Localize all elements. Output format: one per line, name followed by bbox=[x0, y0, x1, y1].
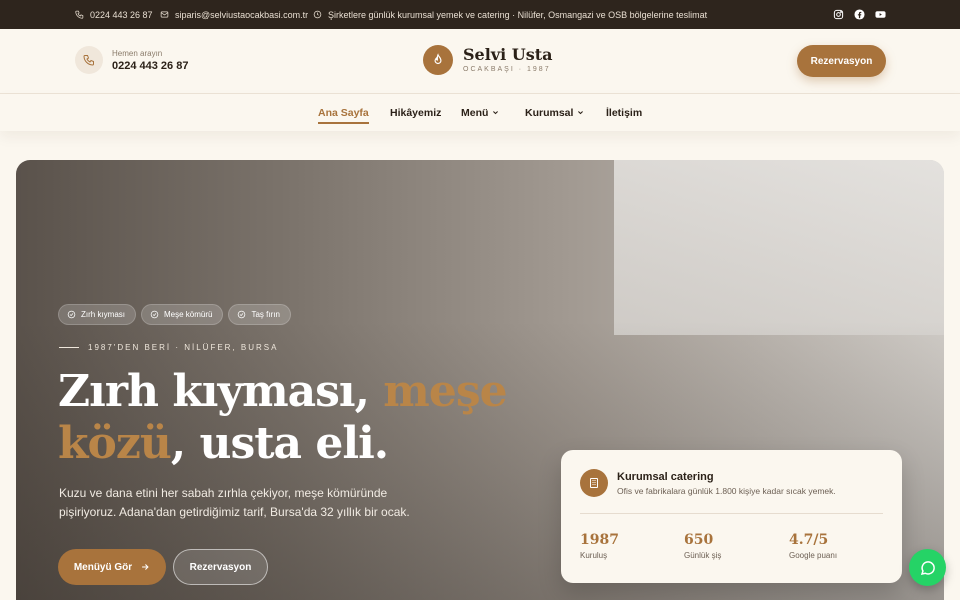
youtube-icon[interactable] bbox=[875, 9, 886, 22]
mail-icon bbox=[160, 11, 169, 18]
nav-item-label: İletişim bbox=[606, 106, 643, 119]
stat-value: 650 bbox=[684, 532, 714, 548]
stat-label: Kuruluş bbox=[580, 551, 608, 560]
headline-accent: közü bbox=[58, 418, 172, 469]
call-text: Hemen arayın 0224 443 26 87 bbox=[112, 49, 188, 72]
phone-icon bbox=[83, 55, 94, 66]
nav-item-home[interactable]: Ana Sayfa bbox=[318, 94, 369, 131]
chip-label: Meşe kömürü bbox=[164, 310, 213, 319]
hero-section: Zırh kıyması Meşe kömürü Taş fırın 1987'… bbox=[16, 160, 944, 600]
flame-icon bbox=[423, 45, 453, 75]
chip-label: Taş fırın bbox=[251, 310, 280, 319]
phone-icon bbox=[75, 10, 84, 19]
nav-item-label: Hikâyemiz bbox=[390, 106, 442, 119]
whatsapp-icon bbox=[920, 560, 935, 575]
stat-google-rating: 4.7/5 Google puanı bbox=[789, 532, 837, 560]
view-menu-label: Menüyü Gör bbox=[73, 561, 133, 573]
top-bar: 0224 443 26 87 siparis@selviustaocakbasi… bbox=[0, 0, 960, 29]
hero-reservation-button[interactable]: Rezervasyon bbox=[173, 549, 268, 585]
chevron-down-icon bbox=[578, 111, 584, 115]
chevron-down-icon bbox=[493, 111, 499, 115]
nav-item-menu[interactable]: Menü bbox=[461, 94, 499, 131]
whatsapp-button[interactable] bbox=[909, 549, 946, 586]
nav-item-label: Menü bbox=[461, 106, 489, 119]
brand-text: Selvi Usta OCAKBAŞI · 1987 bbox=[463, 45, 553, 74]
call-label: Hemen arayın bbox=[112, 48, 163, 58]
stat-label: Google puanı bbox=[789, 551, 838, 560]
card-divider bbox=[580, 513, 883, 514]
headline-part: , usta eli. bbox=[170, 418, 389, 469]
call-now-link[interactable]: Hemen arayın 0224 443 26 87 bbox=[75, 46, 188, 74]
check-circle-icon bbox=[150, 310, 159, 319]
brand-subtitle: OCAKBAŞI · 1987 bbox=[463, 66, 551, 73]
facebook-icon[interactable] bbox=[854, 9, 865, 22]
hero-headline: Zırh kıyması, meşe közü, usta eli. bbox=[58, 366, 508, 470]
headline-accent: meşe bbox=[383, 366, 507, 417]
brand-name: Selvi Usta bbox=[463, 45, 553, 64]
card-title: Kurumsal catering bbox=[617, 471, 714, 483]
call-number: 0224 443 26 87 bbox=[112, 59, 189, 72]
hero-description: Kuzu ve dana etini her sabah zırhla çeki… bbox=[59, 486, 410, 519]
call-badge bbox=[75, 46, 103, 74]
check-circle-icon bbox=[238, 310, 246, 319]
brand-logo[interactable]: Selvi Usta OCAKBAŞI · 1987 bbox=[423, 45, 552, 75]
check-circle-icon bbox=[67, 310, 76, 319]
feature-chip: Taş fırın bbox=[228, 304, 291, 325]
feature-chip: Zırh kıyması bbox=[58, 304, 137, 325]
chip-label: Zırh kıyması bbox=[81, 310, 126, 319]
main-nav: Ana Sayfa Hikâyemiz Menü Kurumsal İletiş… bbox=[0, 94, 960, 131]
feature-chips: Zırh kıyması Meşe kömürü Taş fırın bbox=[58, 304, 291, 325]
hero-eyebrow: 1987'DEN BERİ · NİLÜFER, BURSA bbox=[59, 343, 278, 352]
nav-item-label: Kurumsal bbox=[525, 106, 574, 119]
nav-item-label: Ana Sayfa bbox=[318, 106, 369, 119]
building-icon bbox=[580, 469, 608, 497]
social-links bbox=[833, 9, 886, 22]
topbar-email: siparis@selviustaocakbasi.com.tr bbox=[175, 9, 309, 20]
stat-label: Günlük şiş bbox=[684, 551, 722, 560]
stat-value: 1987 bbox=[580, 532, 619, 548]
headline-part: Zırh kıyması, bbox=[58, 366, 384, 417]
stat-daily-skewers: 650 Günlük şiş bbox=[684, 532, 721, 560]
nav-item-story[interactable]: Hikâyemiz bbox=[390, 94, 441, 131]
eyebrow-text: 1987'DEN BERİ · NİLÜFER, BURSA bbox=[88, 343, 279, 352]
nav-item-corporate[interactable]: Kurumsal bbox=[525, 94, 584, 131]
site-header: Hemen arayın 0224 443 26 87 Selvi Usta O… bbox=[0, 29, 960, 94]
stat-founded: 1987 Kuruluş bbox=[580, 532, 619, 560]
stat-value: 4.7/5 bbox=[789, 532, 829, 548]
topbar-notice-text: Şirketlere günlük kurumsal yemek ve cate… bbox=[328, 9, 708, 20]
topbar-phone-link[interactable]: 0224 443 26 87 bbox=[75, 0, 153, 29]
topbar-email-link[interactable]: siparis@selviustaocakbasi.com.tr bbox=[160, 0, 308, 29]
instagram-icon[interactable] bbox=[833, 9, 844, 22]
topbar-phone: 0224 443 26 87 bbox=[90, 9, 153, 20]
view-menu-button[interactable]: Menüyü Gör bbox=[58, 549, 166, 585]
catering-card: Kurumsal catering Ofis ve fabrikalara gü… bbox=[561, 450, 902, 583]
topbar-notice: Şirketlere günlük kurumsal yemek ve cate… bbox=[313, 0, 707, 29]
eyebrow-line bbox=[59, 347, 79, 348]
card-subtitle: Ofis ve fabrikalara günlük 1.800 kişiye … bbox=[617, 486, 836, 496]
feature-chip: Meşe kömürü bbox=[141, 304, 224, 325]
nav-item-contact[interactable]: İletişim bbox=[606, 94, 642, 131]
arrow-right-icon bbox=[142, 564, 149, 570]
clock-icon bbox=[313, 10, 322, 19]
reservation-button[interactable]: Rezervasyon bbox=[797, 45, 886, 77]
